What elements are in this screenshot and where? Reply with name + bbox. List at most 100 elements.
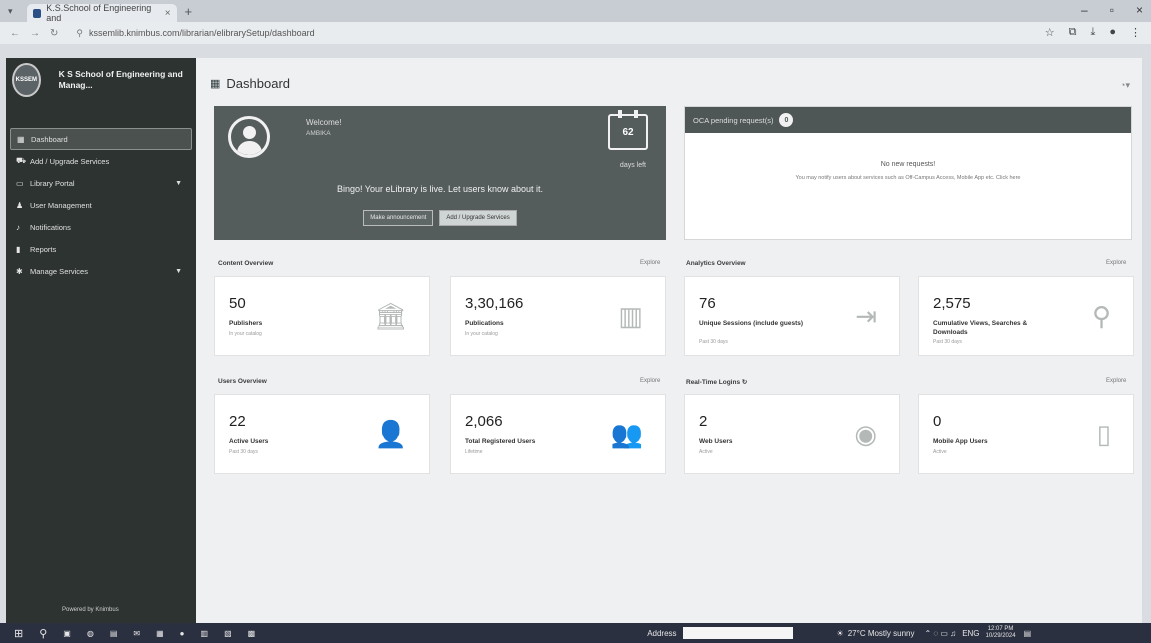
- weather-text[interactable]: 27°C Mostly sunny: [848, 629, 915, 638]
- start-icon[interactable]: ⊞: [14, 627, 23, 640]
- sidebar-item-dashboard[interactable]: ▦ Dashboard: [10, 128, 192, 150]
- site-info-icon[interactable]: ⚲: [76, 28, 83, 39]
- registered-users-count: 2,066: [465, 413, 503, 430]
- more-menu-icon[interactable]: ⋮: [1130, 26, 1141, 39]
- mobile-icon: ▯: [1096, 419, 1111, 449]
- store-icon[interactable]: ▦: [156, 629, 164, 638]
- weather-icon[interactable]: ☀: [837, 629, 844, 638]
- url-text: kssemlib.knimbus.com/librarian/elibraryS…: [88, 28, 315, 38]
- page-header: ▦ Dashboard: [210, 76, 290, 91]
- users-overview-explore-link[interactable]: Explore: [640, 378, 660, 384]
- tray-icons[interactable]: ⌃ ◌ ▭ ♫: [925, 629, 957, 638]
- sidebar-item-add-upgrade-services[interactable]: ⛟ Add / Upgrade Services: [6, 150, 196, 172]
- publishers-count: 50: [229, 295, 246, 312]
- sidebar-item-label: User Management: [30, 200, 92, 210]
- tab-list-chevron-icon[interactable]: ▾: [8, 6, 13, 17]
- bookmark-star-icon[interactable]: ☆: [1045, 26, 1055, 39]
- address-toolbar-label: Address: [647, 628, 677, 638]
- analytics-overview-explore-link[interactable]: Explore: [1106, 260, 1126, 266]
- app3-icon[interactable]: ▩: [248, 629, 256, 638]
- profile-icon[interactable]: ●: [1109, 26, 1116, 39]
- add-upgrade-services-button[interactable]: Add / Upgrade Services: [439, 210, 517, 226]
- browser-tab[interactable]: K.S.School of Engineering and ×: [26, 3, 177, 23]
- notifications-icon[interactable]: ▤: [1024, 629, 1032, 638]
- clock[interactable]: 12:07 PM 10/29/2024: [986, 626, 1016, 640]
- publishers-card[interactable]: 50 Publishers In your catalog 🏛: [214, 276, 430, 356]
- welcome-actions: Make announcement Add / Upgrade Services: [214, 210, 666, 226]
- reload-icon[interactable]: ↻: [50, 28, 58, 39]
- sidebar-item-label: Dashboard: [31, 134, 68, 144]
- mobile-users-sub: Active: [933, 449, 947, 455]
- app-icon[interactable]: ▥: [201, 629, 209, 638]
- close-window-icon[interactable]: ×: [1136, 3, 1143, 17]
- cumulative-views-label: Cumulative Views, Searches & Downloads: [933, 320, 1028, 336]
- address-toolbar-input[interactable]: [682, 627, 793, 639]
- app2-icon[interactable]: ▧: [224, 629, 232, 638]
- oca-body: No new requests! You may notify users ab…: [685, 133, 1131, 183]
- search-icon[interactable]: ⚲: [39, 627, 47, 640]
- active-users-card[interactable]: 22 Active Users Past 30 days 👤: [214, 394, 430, 474]
- publications-label: Publications: [465, 320, 504, 327]
- sidebar-item-notifications[interactable]: ♪ Notifications: [6, 216, 196, 238]
- welcome-username: AMBIKA: [306, 130, 331, 137]
- maximize-icon[interactable]: ▫: [1110, 3, 1114, 17]
- powered-by: Powered by Knimbus: [62, 607, 119, 613]
- tab-close-icon[interactable]: ×: [165, 8, 171, 19]
- content-overview-label: Content Overview: [218, 260, 274, 267]
- unique-sessions-card[interactable]: 76 Unique Sessions (include guests) Past…: [684, 276, 900, 356]
- language-indicator[interactable]: ENG: [962, 629, 979, 638]
- sidebar-item-user-management[interactable]: ♟ User Management: [6, 194, 196, 216]
- make-announcement-button[interactable]: Make announcement: [363, 210, 434, 226]
- cumulative-views-sub: Past 30 days: [933, 339, 962, 345]
- grid-icon: ▦: [17, 134, 25, 144]
- registered-users-card[interactable]: 2,066 Total Registered Users Lifetime 👥: [450, 394, 666, 474]
- publishers-label: Publishers: [229, 320, 263, 327]
- media-icon[interactable]: ●: [180, 629, 185, 638]
- tab-title: K.S.School of Engineering and: [46, 3, 152, 23]
- refresh-icon[interactable]: ↻: [742, 379, 747, 386]
- new-tab-icon[interactable]: +: [185, 4, 193, 19]
- realtime-explore-link[interactable]: Explore: [1106, 378, 1126, 384]
- explorer-icon[interactable]: ▤: [110, 629, 118, 638]
- unique-sessions-label: Unique Sessions (include guests): [699, 320, 804, 327]
- cumulative-views-card[interactable]: 2,575 Cumulative Views, Searches & Downl…: [918, 276, 1134, 356]
- mobile-users-label: Mobile App Users: [933, 438, 988, 445]
- institution-name: K S School of Engineering and Manag...: [58, 69, 183, 90]
- active-users-count: 22: [229, 413, 246, 430]
- oca-hint-link[interactable]: You may notify users about services such…: [685, 174, 1131, 183]
- content-overview-explore-link[interactable]: Explore: [640, 260, 660, 266]
- mobile-users-card[interactable]: 0 Mobile App Users Active ▯: [918, 394, 1134, 474]
- forward-icon[interactable]: →: [30, 28, 40, 39]
- extensions-icon[interactable]: ⧉: [1069, 26, 1077, 39]
- days-left-label: days left: [619, 162, 646, 169]
- url-field[interactable]: ⚲ kssemlib.knimbus.com/librarian/elibrar…: [70, 25, 930, 41]
- sidebar-item-manage-services[interactable]: ✱ Manage Services ▼: [6, 260, 196, 282]
- task-view-icon[interactable]: ▣: [63, 629, 71, 638]
- download-icon[interactable]: ⤓: [1090, 26, 1095, 39]
- taskbar: ⊞ ⚲ ▣ ◍ ▤ ✉ ▦ ● ▥ ▧ ▩ Address ☀ 27°C Mos…: [0, 623, 1151, 643]
- chrome-icon[interactable]: ◍: [87, 629, 94, 638]
- web-users-card[interactable]: 2 Web Users Active ◉: [684, 394, 900, 474]
- clock-date: 10/29/2024: [985, 633, 1016, 639]
- address-bar: ← → ↻ ⚲ kssemlib.knimbus.com/librarian/e…: [0, 22, 1151, 44]
- oca-requests-panel: OCA pending request(s) 0 No new requests…: [684, 106, 1132, 240]
- monitor-icon: ▭: [16, 178, 24, 188]
- publications-card[interactable]: 3,30,166 Publications In your catalog ▥: [450, 276, 666, 356]
- window-controls: – ▫ ×: [1081, 3, 1143, 17]
- realtime-logins-text: Real-Time Logins: [686, 379, 741, 386]
- cart-icon: ⛟: [16, 156, 27, 165]
- user-menu-icon[interactable]: ◔▾: [1120, 80, 1130, 91]
- publishers-sub: In your catalog: [229, 331, 262, 337]
- sidebar-item-library-portal[interactable]: ▭ Library Portal ▼: [6, 172, 196, 194]
- minimize-icon[interactable]: –: [1081, 3, 1088, 17]
- publications-count: 3,30,166: [465, 295, 524, 312]
- back-icon[interactable]: ←: [10, 28, 20, 39]
- user-icon: ♟: [16, 200, 24, 210]
- mail-icon[interactable]: ✉: [133, 629, 140, 638]
- sidebar-item-label: Manage Services: [30, 266, 88, 276]
- dashboard-grid-icon: ▦: [210, 78, 221, 90]
- sidebar-item-reports[interactable]: ▮ Reports: [6, 238, 196, 260]
- bank-icon: 🏛: [373, 301, 407, 331]
- sign-in-icon: ⇥: [855, 301, 877, 331]
- caret-down-icon: ▼: [175, 179, 182, 187]
